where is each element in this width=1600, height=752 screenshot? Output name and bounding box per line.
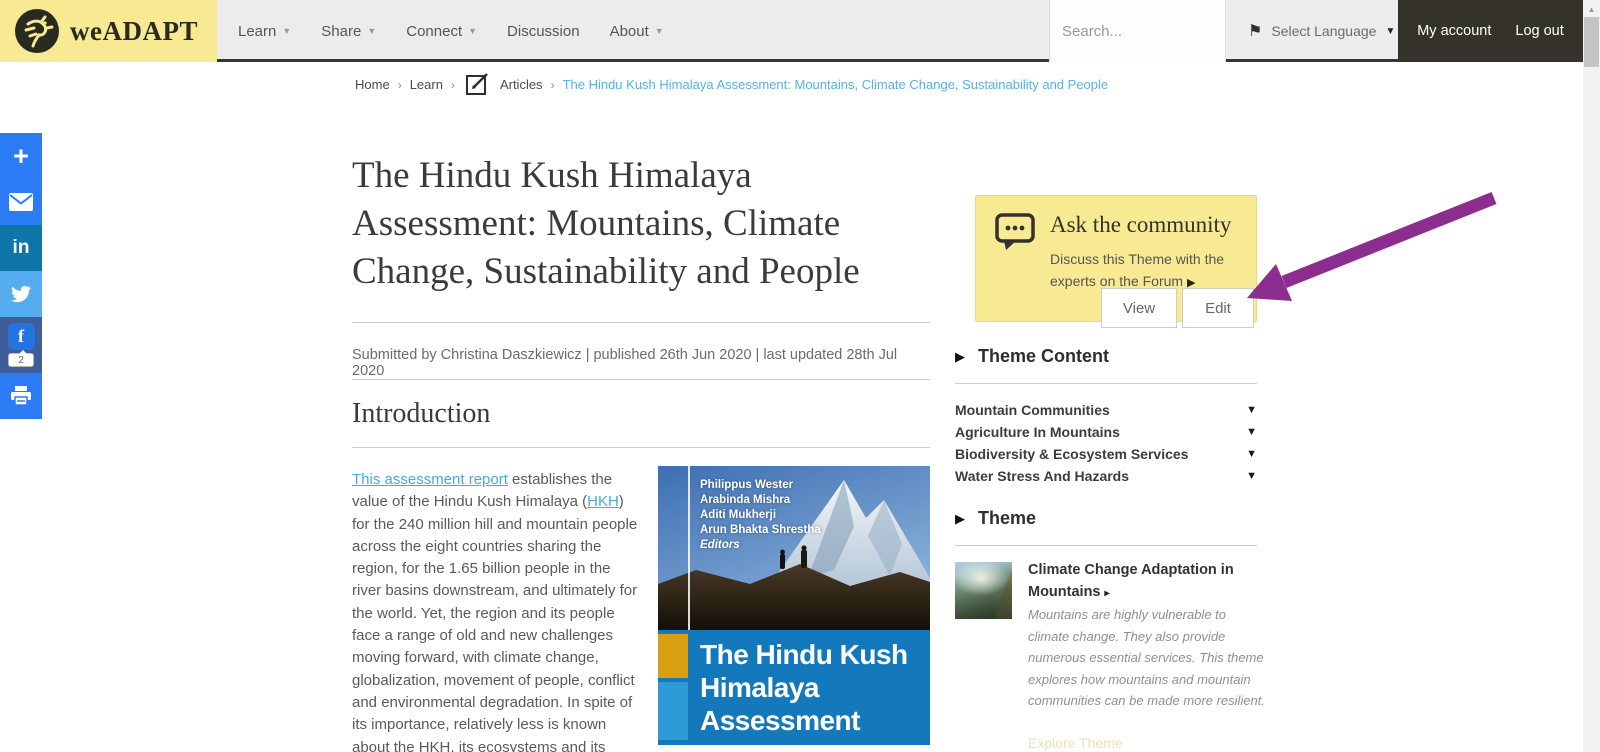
share-linkedin-button[interactable]: in [0, 225, 42, 271]
cover-gold-square [658, 634, 688, 678]
scrollbar-up-arrow[interactable]: ▲ [1583, 2, 1600, 16]
cover-editors-list: Philippus Wester Arabinda Mishra Aditi M… [700, 479, 821, 551]
logout-link[interactable]: Log out [1515, 23, 1563, 39]
brand-title: weADAPT [70, 15, 198, 46]
cover-divider-line [688, 466, 690, 630]
theme-content-item-mountain-communities[interactable]: Mountain Communities ▼ [955, 399, 1257, 421]
linkedin-icon: in [12, 237, 30, 258]
flag-icon: ⚑ [1248, 23, 1263, 40]
intro-text-segment: ) for the 240 million hill and mountain … [352, 493, 638, 752]
cover-lightblue-square [658, 682, 688, 740]
breadcrumb-separator: › [397, 77, 402, 92]
triangle-right-icon: ▶ [955, 510, 965, 526]
section-heading-introduction: Introduction [352, 398, 491, 429]
chevron-down-icon: ▼ [654, 26, 664, 36]
nav-item-learn[interactable]: Learn ▼ [238, 23, 291, 40]
theme-thumbnail-image[interactable] [955, 562, 1012, 619]
divider [352, 379, 930, 380]
nav-label: Learn [238, 22, 277, 40]
divider [352, 447, 930, 448]
edit-article-icon[interactable] [465, 72, 490, 97]
chevron-down-icon: ▼ [367, 26, 377, 36]
speech-bubble-icon [995, 213, 1035, 250]
arrow-right-icon: ▸ [1104, 588, 1110, 599]
printer-icon [11, 386, 31, 406]
divider [352, 322, 930, 323]
breadcrumb-articles[interactable]: Articles [500, 77, 543, 92]
assessment-report-link[interactable]: This assessment report [352, 471, 508, 488]
plus-icon: + [13, 140, 29, 171]
divider [955, 383, 1257, 384]
share-facebook-button[interactable]: f 2 [0, 317, 42, 373]
nav-label: Connect [406, 22, 463, 40]
account-bar: My account Log out [1398, 0, 1583, 62]
theme-card-description: Mountains are highly vulnerable to clima… [1028, 607, 1265, 708]
theme-content-item-agriculture[interactable]: Agriculture In Mountains ▼ [955, 421, 1257, 443]
triangle-right-icon: ▶ [955, 348, 965, 364]
share-more-button[interactable]: + [0, 133, 42, 179]
book-cover-image[interactable]: Philippus Wester Arabinda Mishra Aditi M… [658, 466, 930, 745]
breadcrumb-separator: › [450, 77, 455, 92]
breadcrumb-home[interactable]: Home [355, 77, 390, 92]
twitter-icon [11, 285, 32, 303]
breadcrumb-current-page[interactable]: The Hindu Kush Himalaya Assessment: Moun… [563, 77, 1109, 92]
breadcrumb-separator: › [550, 77, 555, 92]
nav-item-share[interactable]: Share ▼ [321, 23, 376, 40]
breadcrumb-learn[interactable]: Learn [410, 77, 443, 92]
nav-label: Share [321, 22, 362, 40]
search-box [1049, 0, 1261, 62]
weadapt-logo[interactable]: weADAPT [0, 0, 217, 62]
theme-content-item-biodiversity[interactable]: Biodiversity & Ecosystem Services ▼ [955, 443, 1257, 465]
cover-book-title: The Hindu Kush Himalaya Assessment [700, 639, 908, 736]
nav-label: Discussion [507, 22, 580, 40]
intro-paragraph: This assessment report establishes the v… [352, 469, 642, 752]
hkh-link[interactable]: HKH [587, 493, 619, 510]
chevron-down-icon: ▼ [1246, 448, 1257, 460]
chevron-down-icon: ▼ [1385, 25, 1396, 37]
share-email-button[interactable] [0, 179, 42, 225]
explore-theme-link[interactable]: Explore Theme [1028, 735, 1123, 751]
chevron-down-icon: ▼ [1246, 404, 1257, 416]
social-share-bar: + in f 2 [0, 133, 42, 419]
view-tab-button[interactable]: View [1101, 288, 1177, 328]
print-button[interactable] [0, 373, 42, 419]
theme-content-item-water-stress[interactable]: Water Stress And Hazards ▼ [955, 465, 1257, 487]
ask-community-title: Ask the community [1050, 212, 1232, 237]
vertical-scrollbar[interactable]: ▲ [1583, 0, 1600, 752]
theme-card-title[interactable]: Climate Change Adaptation in Mountains ▸ [1028, 559, 1260, 605]
annotation-arrow-to-edit [1247, 191, 1497, 301]
chevron-down-icon: ▼ [1246, 426, 1257, 438]
weadapt-lizard-icon [15, 9, 59, 53]
language-selector[interactable]: ⚑ Select Language ▼ [1248, 0, 1395, 62]
email-icon [9, 193, 33, 211]
nav-item-discussion[interactable]: Discussion [507, 23, 580, 40]
chevron-down-icon: ▼ [468, 26, 478, 36]
breadcrumb: Home › Learn › Articles › The Hindu Kush… [355, 72, 1108, 97]
main-nav: Learn ▼ Share ▼ Connect ▼ Discussion Abo… [238, 0, 664, 62]
share-twitter-button[interactable] [0, 271, 42, 317]
nav-item-connect[interactable]: Connect ▼ [406, 23, 477, 40]
theme-content-heading: ▶ Theme Content [955, 346, 1110, 366]
nav-item-about[interactable]: About ▼ [610, 23, 664, 40]
top-navigation-bar: weADAPT Learn ▼ Share ▼ Connect ▼ Discus… [0, 0, 1600, 62]
edit-tab-button[interactable]: Edit [1182, 288, 1254, 328]
my-account-link[interactable]: My account [1417, 23, 1491, 39]
chevron-down-icon: ▼ [1246, 470, 1257, 482]
chevron-down-icon: ▼ [282, 26, 292, 36]
nav-label: About [609, 22, 649, 40]
article-byline: Submitted by Christina Daszkiewicz | pub… [352, 347, 898, 379]
language-label: Select Language [1271, 23, 1377, 39]
page-title: The Hindu Kush Himalaya Assessment: Moun… [352, 155, 860, 292]
scrollbar-thumb[interactable] [1584, 17, 1599, 67]
theme-heading: ▶ Theme [955, 508, 1037, 528]
page: weADAPT Learn ▼ Share ▼ Connect ▼ Discus… [0, 0, 1600, 752]
divider [955, 545, 1257, 546]
facebook-share-count-badge: 2 [8, 350, 34, 367]
search-input[interactable] [1062, 22, 1261, 40]
facebook-icon: f [7, 323, 35, 350]
